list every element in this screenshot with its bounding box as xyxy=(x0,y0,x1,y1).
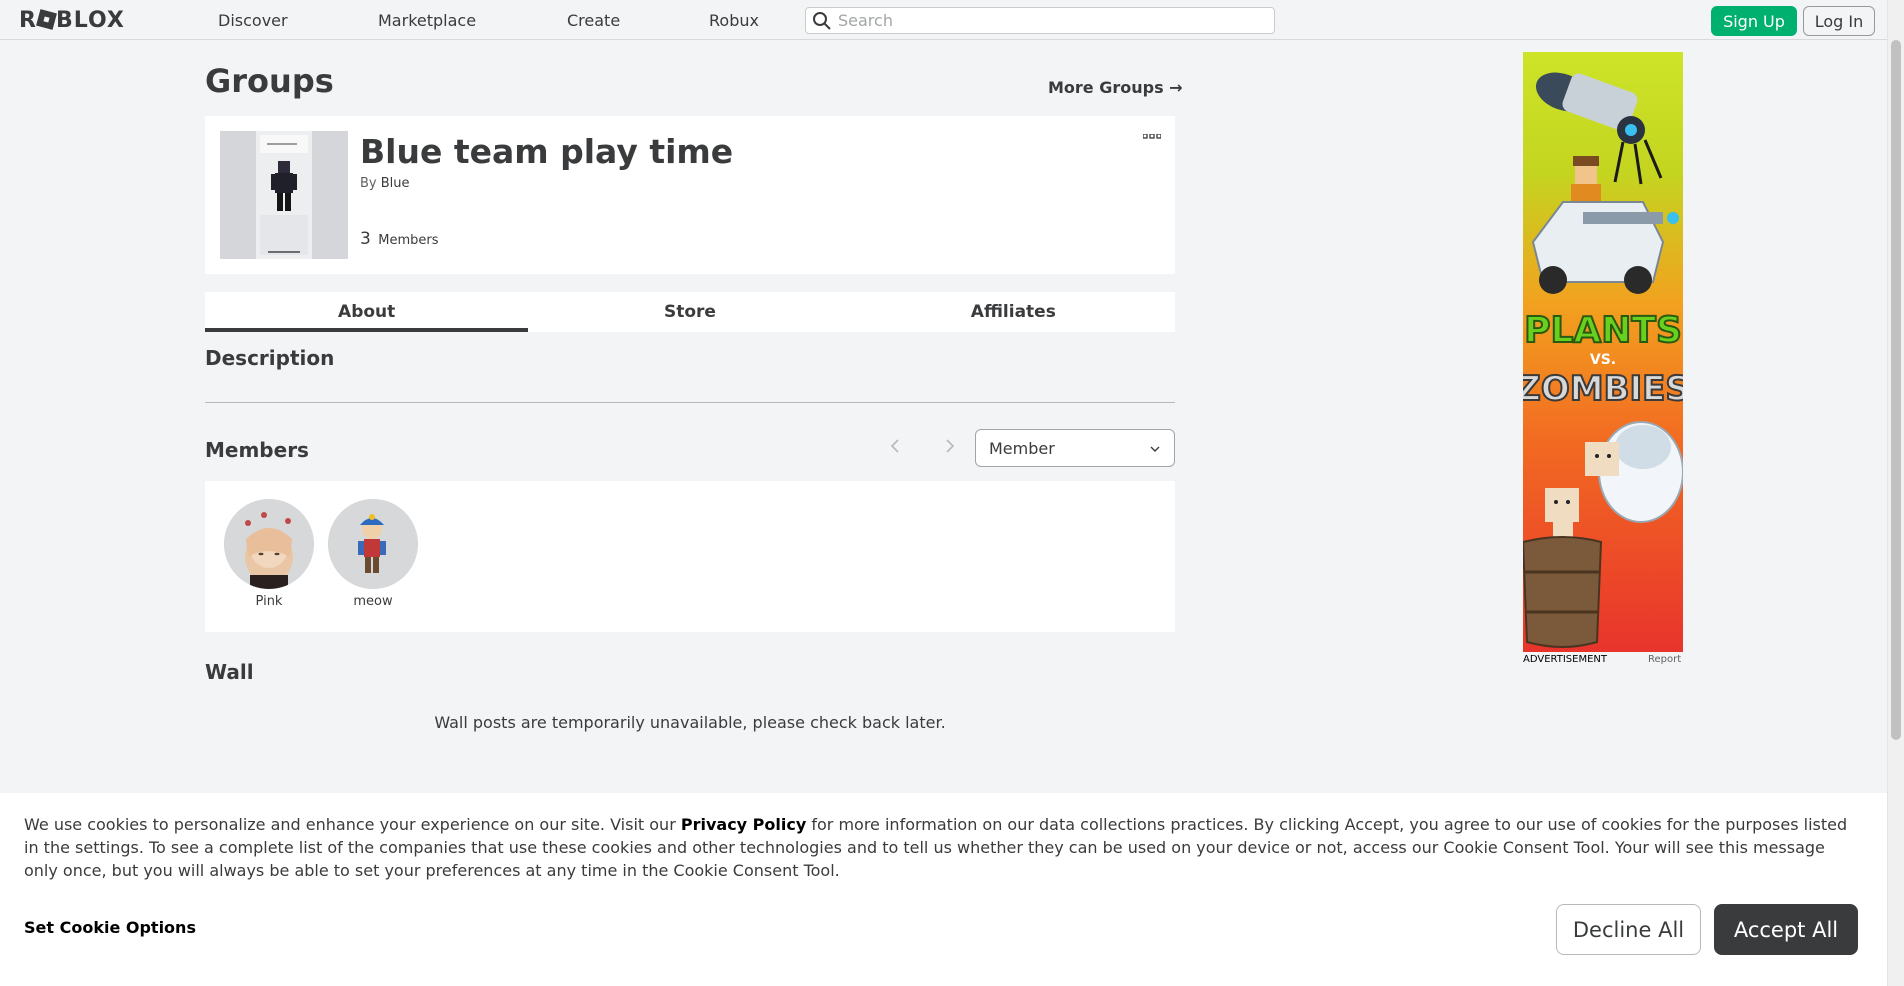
more-groups-link[interactable]: More Groups → xyxy=(1048,78,1183,97)
set-cookie-options-link[interactable]: Set Cookie Options xyxy=(24,918,196,937)
accept-all-button[interactable]: Accept All xyxy=(1714,904,1858,955)
role-dropdown[interactable]: Member xyxy=(975,429,1175,467)
advertisement-label: ADVERTISEMENT xyxy=(1523,654,1608,665)
top-navigation: R BLOX Discover Marketplace Create Robux … xyxy=(0,0,1887,40)
members-list: Pink meow xyxy=(205,481,1175,632)
nav-create[interactable]: Create xyxy=(567,11,620,30)
member-count: 3 Members xyxy=(360,229,438,249)
group-thumbnail xyxy=(220,131,348,259)
member-name[interactable]: meow xyxy=(327,594,419,609)
chevron-down-icon xyxy=(1150,446,1160,452)
page-title: Groups xyxy=(205,62,334,100)
advertisement-image: PLANTS VS. ZOMBIES xyxy=(1523,72,1683,648)
role-dropdown-value: Member xyxy=(989,439,1055,458)
group-owner-link[interactable]: Blue xyxy=(381,176,410,191)
group-owner-prefix: By xyxy=(360,176,377,191)
scrollbar-thumb[interactable] xyxy=(1891,40,1901,740)
decline-all-button[interactable]: Decline All xyxy=(1556,904,1701,955)
avatar-image xyxy=(328,499,418,589)
cookie-message-start: We use cookies to personalize and enhanc… xyxy=(24,815,681,834)
ad-headline-top: PLANTS xyxy=(1524,310,1682,351)
report-ad-link[interactable]: Report xyxy=(1648,654,1681,665)
more-options-icon[interactable] xyxy=(1143,134,1161,140)
page-scrollbar[interactable] xyxy=(1887,0,1904,986)
tab-about[interactable]: About xyxy=(205,292,529,332)
description-divider xyxy=(205,402,1175,403)
nav-robux[interactable]: Robux xyxy=(709,11,759,30)
search-icon xyxy=(813,12,831,30)
wall-unavailable-message: Wall posts are temporarily unavailable, … xyxy=(434,713,946,732)
ad-headline-bottom: ZOMBIES xyxy=(1523,369,1683,409)
group-name: Blue team play time xyxy=(360,132,734,171)
nav-discover[interactable]: Discover xyxy=(218,11,288,30)
avatar[interactable] xyxy=(224,499,314,589)
search-box[interactable] xyxy=(805,7,1275,34)
cookie-message: We use cookies to personalize and enhanc… xyxy=(24,813,1854,882)
group-tabs: About Store Affiliates xyxy=(205,292,1175,332)
chevron-left-icon[interactable] xyxy=(886,436,906,456)
wall-heading: Wall xyxy=(205,660,254,684)
tab-store[interactable]: Store xyxy=(528,292,851,332)
members-heading: Members xyxy=(205,438,309,462)
ad-headline-mid: VS. xyxy=(1590,352,1616,368)
advertisement-banner[interactable]: PLANTS VS. ZOMBIES xyxy=(1523,52,1683,652)
search-input[interactable] xyxy=(838,10,1258,31)
sign-up-button[interactable]: Sign Up xyxy=(1711,6,1797,36)
member-count-label: Members xyxy=(378,233,439,248)
member-count-value: 3 xyxy=(360,229,371,249)
group-header-card: Blue team play time By Blue 3 Members xyxy=(205,116,1175,274)
avatar[interactable] xyxy=(328,499,418,589)
roblox-logo[interactable]: R BLOX xyxy=(19,8,125,33)
privacy-policy-link[interactable]: Privacy Policy xyxy=(681,815,806,834)
log-in-button[interactable]: Log In xyxy=(1803,6,1875,36)
member-name[interactable]: Pink xyxy=(223,594,315,609)
member-tile[interactable]: meow xyxy=(327,499,419,609)
cookie-consent-banner: We use cookies to personalize and enhanc… xyxy=(0,793,1887,986)
description-heading: Description xyxy=(205,346,335,370)
nav-marketplace[interactable]: Marketplace xyxy=(378,11,476,30)
member-tile[interactable]: Pink xyxy=(223,499,315,609)
group-thumbnail-image xyxy=(220,131,348,259)
avatar-image xyxy=(224,499,314,589)
chevron-right-icon[interactable] xyxy=(939,436,959,456)
group-owner: By Blue xyxy=(360,176,410,191)
tab-affiliates[interactable]: Affiliates xyxy=(852,292,1175,332)
